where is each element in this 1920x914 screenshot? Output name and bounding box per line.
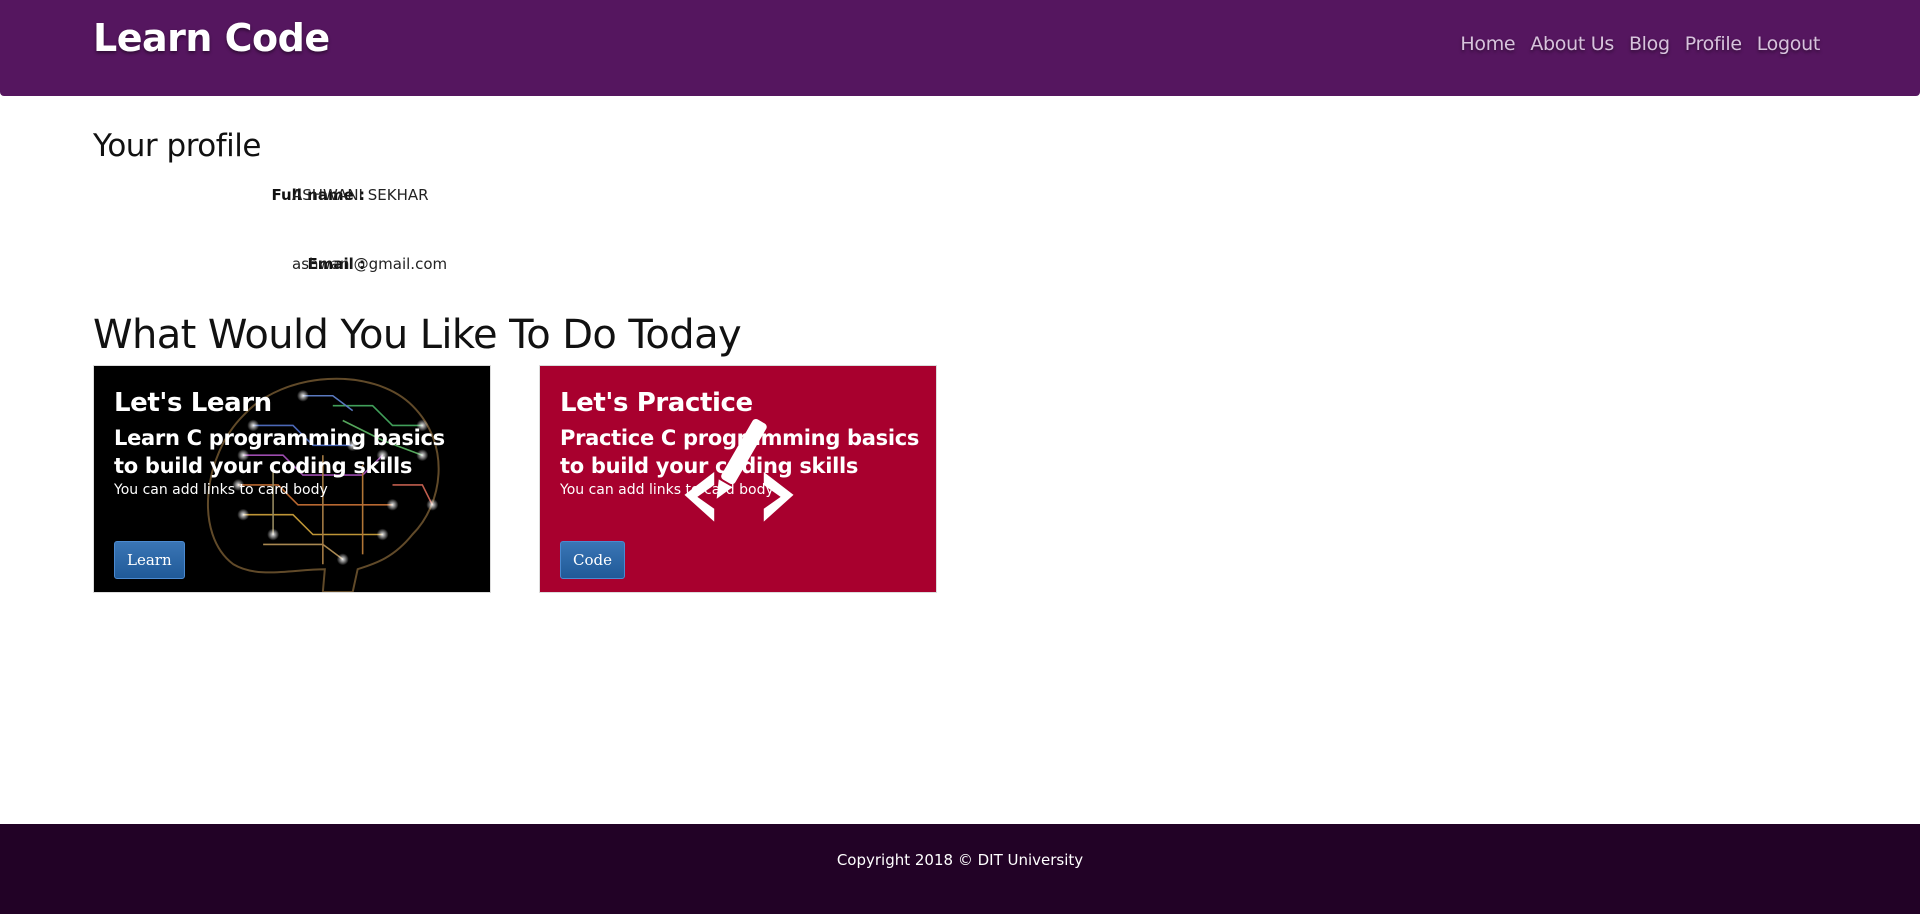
main-nav: Home About Us Blog Profile Logout: [1460, 33, 1820, 55]
learn-card-text: You can add links to card body: [114, 482, 328, 498]
learn-card-title: Let's Learn: [114, 388, 272, 418]
nav-link-logout[interactable]: Logout: [1757, 33, 1821, 55]
learn-button[interactable]: Learn: [114, 541, 185, 579]
nav-link-profile[interactable]: Profile: [1685, 33, 1742, 55]
practice-card-body: Let's Practice Practice C programming ba…: [560, 388, 920, 498]
footer-copyright: Copyright 2018 © DIT University: [836, 851, 1084, 869]
email-row: Email : ashwani@gmail.com: [93, 255, 793, 279]
learn-card-body: Let's Learn Learn C programming basics t…: [114, 388, 474, 498]
top-navbar: Learn Code Home About Us Blog Profile Lo…: [0, 0, 1920, 96]
nav-link-about-us[interactable]: About Us: [1530, 33, 1614, 55]
full-name-row: Full name : ASHWANI SEKHAR: [93, 186, 793, 210]
footer: Copyright 2018 © DIT University: [0, 824, 1920, 914]
profile-heading: Your profile: [93, 128, 261, 164]
nav-link-blog[interactable]: Blog: [1629, 33, 1670, 55]
learn-card: Let's Learn Learn C programming basics t…: [93, 365, 491, 593]
practice-card-title: Let's Practice: [560, 388, 753, 418]
email-value: ashwani@gmail.com: [292, 255, 448, 273]
practice-card-text: You can add links to card body: [560, 482, 774, 498]
full-name-value: ASHWANI SEKHAR: [292, 186, 429, 204]
practice-card: Let's Practice Practice C programming ba…: [539, 365, 937, 593]
activities-heading: What Would You Like To Do Today: [93, 312, 742, 358]
nav-link-home[interactable]: Home: [1460, 33, 1515, 55]
practice-card-subtitle: Practice C programming basics to build y…: [560, 426, 920, 478]
brand-logo[interactable]: Learn Code: [93, 16, 330, 60]
learn-card-subtitle: Learn C programming basics to build your…: [114, 426, 445, 478]
code-button[interactable]: Code: [560, 541, 625, 579]
